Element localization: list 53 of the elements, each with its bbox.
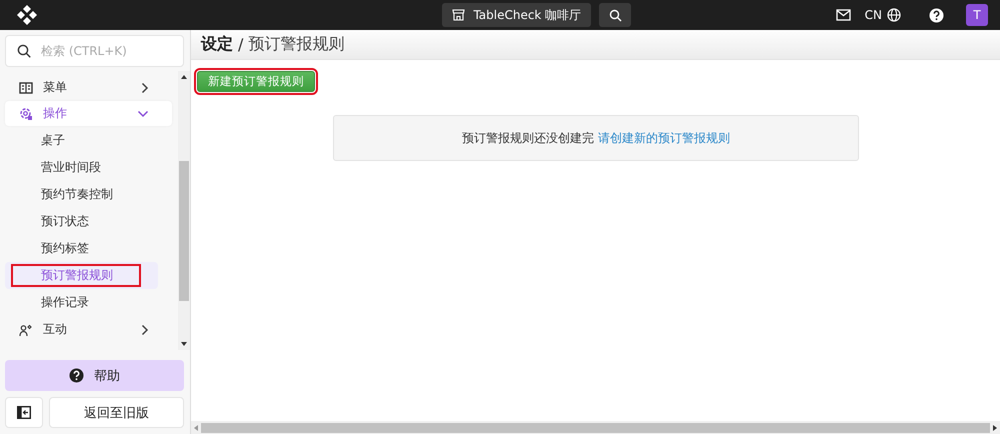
nav-label: 互动 <box>43 321 68 338</box>
nav-label: 桌子 <box>40 132 66 149</box>
nav-subitem[interactable]: 营业时间段 <box>5 154 158 181</box>
scroll-down-icon[interactable] <box>181 342 187 346</box>
language-button[interactable]: CN <box>864 8 901 22</box>
nav-item[interactable]: 互动 <box>5 317 172 342</box>
gear-icon <box>19 106 33 120</box>
user-avatar[interactable]: T <box>966 4 988 26</box>
back-to-old-version-button[interactable]: 返回至旧版 <box>49 397 184 428</box>
nav-label: 操作记录 <box>40 294 90 311</box>
search-icon <box>17 44 31 58</box>
scroll-up-icon[interactable] <box>181 75 187 79</box>
people-icon <box>19 322 33 336</box>
chevron-down-icon <box>137 110 149 118</box>
chevron-right-icon <box>141 324 149 336</box>
create-rule-link[interactable]: 请创建新的预订警报规则 <box>598 130 730 146</box>
help-icon[interactable] <box>929 8 944 22</box>
nav-label: 菜单 <box>43 79 68 96</box>
scroll-right-icon[interactable] <box>993 424 997 430</box>
breadcrumb-section[interactable]: 设定 <box>201 34 233 55</box>
page-title: 预订警报规则 <box>248 34 344 55</box>
search-field[interactable]: 检索 (CTRL+K) <box>5 35 184 67</box>
nav-label: 预订状态 <box>40 213 90 230</box>
chevron-right-icon <box>141 82 149 94</box>
breadcrumb-separator: / <box>238 35 244 54</box>
nav-item[interactable]: 操作 <box>5 101 172 126</box>
collapse-icon <box>17 406 31 419</box>
store-button[interactable]: TableCheck 咖啡厅 <box>442 3 592 27</box>
nav-label: 预订警报规则 <box>13 266 139 285</box>
scrollbar[interactable] <box>178 71 190 350</box>
nav-subitem[interactable]: 操作记录 <box>5 289 158 316</box>
store-icon <box>452 9 466 21</box>
nav-subitem[interactable]: 预约标签 <box>5 235 158 262</box>
help-button[interactable]: 帮助 <box>5 360 184 391</box>
mail-icon[interactable] <box>836 9 851 21</box>
nav-label: 预约标签 <box>40 240 90 257</box>
nav-label: 操作 <box>43 105 68 122</box>
nav-subitem[interactable]: 预订警报规则 <box>5 262 158 289</box>
help-icon <box>69 368 84 383</box>
search-icon <box>608 8 622 22</box>
nav-item[interactable]: 菜单 <box>5 75 172 100</box>
table-icon <box>19 82 33 94</box>
nav-label: 预约节奏控制 <box>40 186 114 203</box>
search-button[interactable] <box>599 3 632 27</box>
nav-label: 营业时间段 <box>40 159 102 176</box>
logo-icon[interactable] <box>16 4 38 26</box>
nav-subitem[interactable]: 预订状态 <box>5 208 158 235</box>
nav-subitem[interactable]: 预约节奏控制 <box>5 181 158 208</box>
nav-subitem[interactable]: 桌子 <box>5 127 158 154</box>
globe-icon <box>887 8 901 22</box>
collapse-sidebar-button[interactable] <box>5 397 43 428</box>
scrollbar[interactable] <box>191 421 1000 434</box>
empty-message: 预订警报规则还没创建完 <box>462 130 594 146</box>
